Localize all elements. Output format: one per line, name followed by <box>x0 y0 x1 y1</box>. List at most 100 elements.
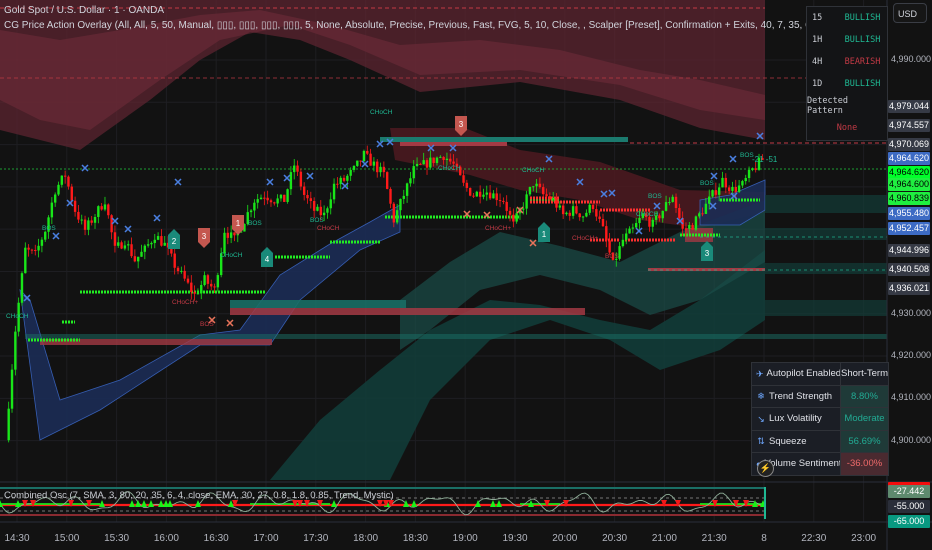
candle-body <box>146 244 150 246</box>
candle-body <box>449 158 452 162</box>
indicator-title[interactable]: CG Price Action Overlay (All, All, 5, 50… <box>4 20 884 31</box>
candle-body <box>605 226 608 241</box>
stats-row: ⇅ Squeeze 56.69% <box>752 430 888 453</box>
candle-body <box>535 183 538 187</box>
candle-body <box>694 216 698 230</box>
price-tag: 4,964.620 <box>888 151 930 165</box>
candle-body <box>512 214 515 222</box>
candle-body <box>302 186 306 195</box>
trade-number: 3 <box>459 120 464 129</box>
candle-body <box>329 199 332 209</box>
candle-body <box>399 198 402 211</box>
candle-body <box>468 187 472 196</box>
candle-body <box>336 183 339 185</box>
candle-body <box>558 205 562 208</box>
candle-body <box>352 165 356 170</box>
stat-label: Trend Strength <box>769 390 833 402</box>
candle-body <box>419 163 422 165</box>
candle-body <box>83 219 87 230</box>
structure-label-choch-plus: CHoCH+ <box>485 225 511 232</box>
candle-body <box>551 197 555 200</box>
timeframe-row-4H: 4H BEARISH <box>807 51 887 73</box>
price-tag: 4,936.021 <box>888 281 930 295</box>
candle-body <box>130 244 133 257</box>
oscillator-title[interactable]: Combined Osc (7, SMA, 3, 80, 20, 35, 6, … <box>4 490 394 501</box>
candle-body <box>229 232 233 238</box>
lightning-icon[interactable]: ⚡ <box>757 460 774 477</box>
rocket-icon: ✈ <box>756 368 764 379</box>
candle-body <box>80 219 83 221</box>
candle-body <box>366 150 369 154</box>
pivot-x-marker: ✕ <box>462 209 471 221</box>
time-tick-label: 18:30 <box>402 533 428 544</box>
structure-label-choch: CHoCH <box>6 313 29 320</box>
candle-body <box>37 245 40 251</box>
candle-body <box>585 212 588 217</box>
candle-body <box>90 220 93 223</box>
candle-body <box>548 196 552 200</box>
candle-body <box>27 247 30 250</box>
stat-label: Autopilot Enabled <box>766 368 841 380</box>
candle-body <box>598 216 601 220</box>
oscillator-value-tag: -55.000 <box>888 500 930 513</box>
time-tick-label: 19:30 <box>502 533 528 544</box>
candle-body <box>525 194 528 209</box>
candle-body <box>127 244 130 246</box>
timeframe-row-15: 15 BULLISH <box>807 7 887 29</box>
candle-body <box>379 166 382 173</box>
pivot-x-marker: ✕ <box>340 181 349 193</box>
candle-body <box>435 157 439 163</box>
candle-body <box>249 210 253 213</box>
candle-body <box>578 213 581 218</box>
candle-body <box>422 160 425 165</box>
candle-body <box>465 182 469 188</box>
time-tick-label: 15:00 <box>54 533 80 544</box>
pivot-x-marker: ✕ <box>385 137 394 149</box>
price-tag: 4,952.457 <box>888 221 930 235</box>
structure-label-choch: CHoCH <box>522 167 545 174</box>
candle-body <box>429 157 432 168</box>
time-tick-label: 17:00 <box>253 533 279 544</box>
candle-body <box>711 190 714 197</box>
pivot-x-marker: ✕ <box>265 177 274 189</box>
timeframe-label: 4H <box>812 57 823 67</box>
demand-zone <box>230 300 406 308</box>
candle-body <box>140 251 143 257</box>
candle-body <box>203 275 206 286</box>
candle-body <box>668 202 671 204</box>
time-tick-label: 16:00 <box>153 533 179 544</box>
candle-body <box>206 275 210 284</box>
candle-body <box>674 196 678 208</box>
symbol-title[interactable]: Gold Spot / U.S. Dollar · 1 · OANDA <box>4 5 164 16</box>
candle-body <box>488 192 492 199</box>
candle-body <box>405 183 409 196</box>
candle-body <box>163 242 166 246</box>
pivot-x-marker: ✕ <box>110 216 119 228</box>
candle-body <box>754 168 757 170</box>
detected-pattern-value: None <box>836 123 858 133</box>
chart-trend-icon: ↘ <box>757 413 765 424</box>
candle-body <box>256 199 259 203</box>
currency-button[interactable]: USD <box>893 3 927 23</box>
candle-body <box>495 193 498 201</box>
candle-body <box>651 219 654 227</box>
oscillator-value-tag: -65.000 <box>888 515 930 528</box>
structure-label-bos: BOS <box>248 220 262 227</box>
candle-body <box>492 193 495 199</box>
candle-body <box>618 246 621 259</box>
candle-body <box>123 245 127 249</box>
candle-body <box>322 212 326 216</box>
candle-body <box>744 178 747 182</box>
trend-bias: BULLISH <box>844 13 881 23</box>
pivot-x-marker: ✕ <box>708 201 717 213</box>
structure-label-bos: BOS <box>700 180 714 187</box>
timeframe-bias-table: 15 BULLISH 1H BULLISH 4H BEARISH 1D BULLISH Det… <box>806 6 888 141</box>
demand-zone <box>765 228 887 240</box>
candle-body <box>415 163 419 167</box>
candle-body <box>293 165 296 173</box>
candle-body <box>176 267 180 272</box>
candle-body <box>664 202 668 211</box>
timeframe-label: 1H <box>812 35 823 45</box>
structure-label-choch: CHoCH <box>220 252 243 259</box>
detected-pattern-label: Detected Pattern <box>807 96 848 116</box>
